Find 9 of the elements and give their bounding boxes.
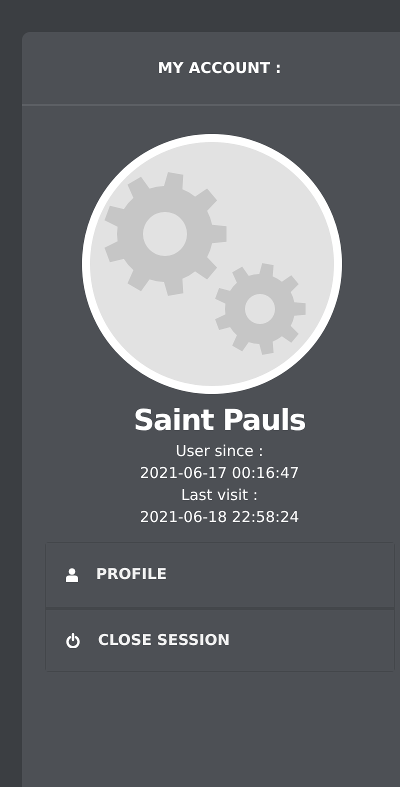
user-since-label: User since : (174, 440, 264, 462)
last-visit-label: Last visit : (180, 484, 259, 506)
user-name: Saint Pauls (132, 402, 306, 439)
last-visit-date: 2021-06-18 22:58:24 (138, 506, 300, 528)
close-session-button[interactable]: CLOSE SESSION (46, 606, 394, 671)
user-icon (66, 568, 78, 582)
power-icon (66, 632, 80, 648)
panel-title: MY ACCOUNT : (158, 58, 282, 79)
user-since-date: 2021-06-17 00:16:47 (138, 462, 300, 484)
